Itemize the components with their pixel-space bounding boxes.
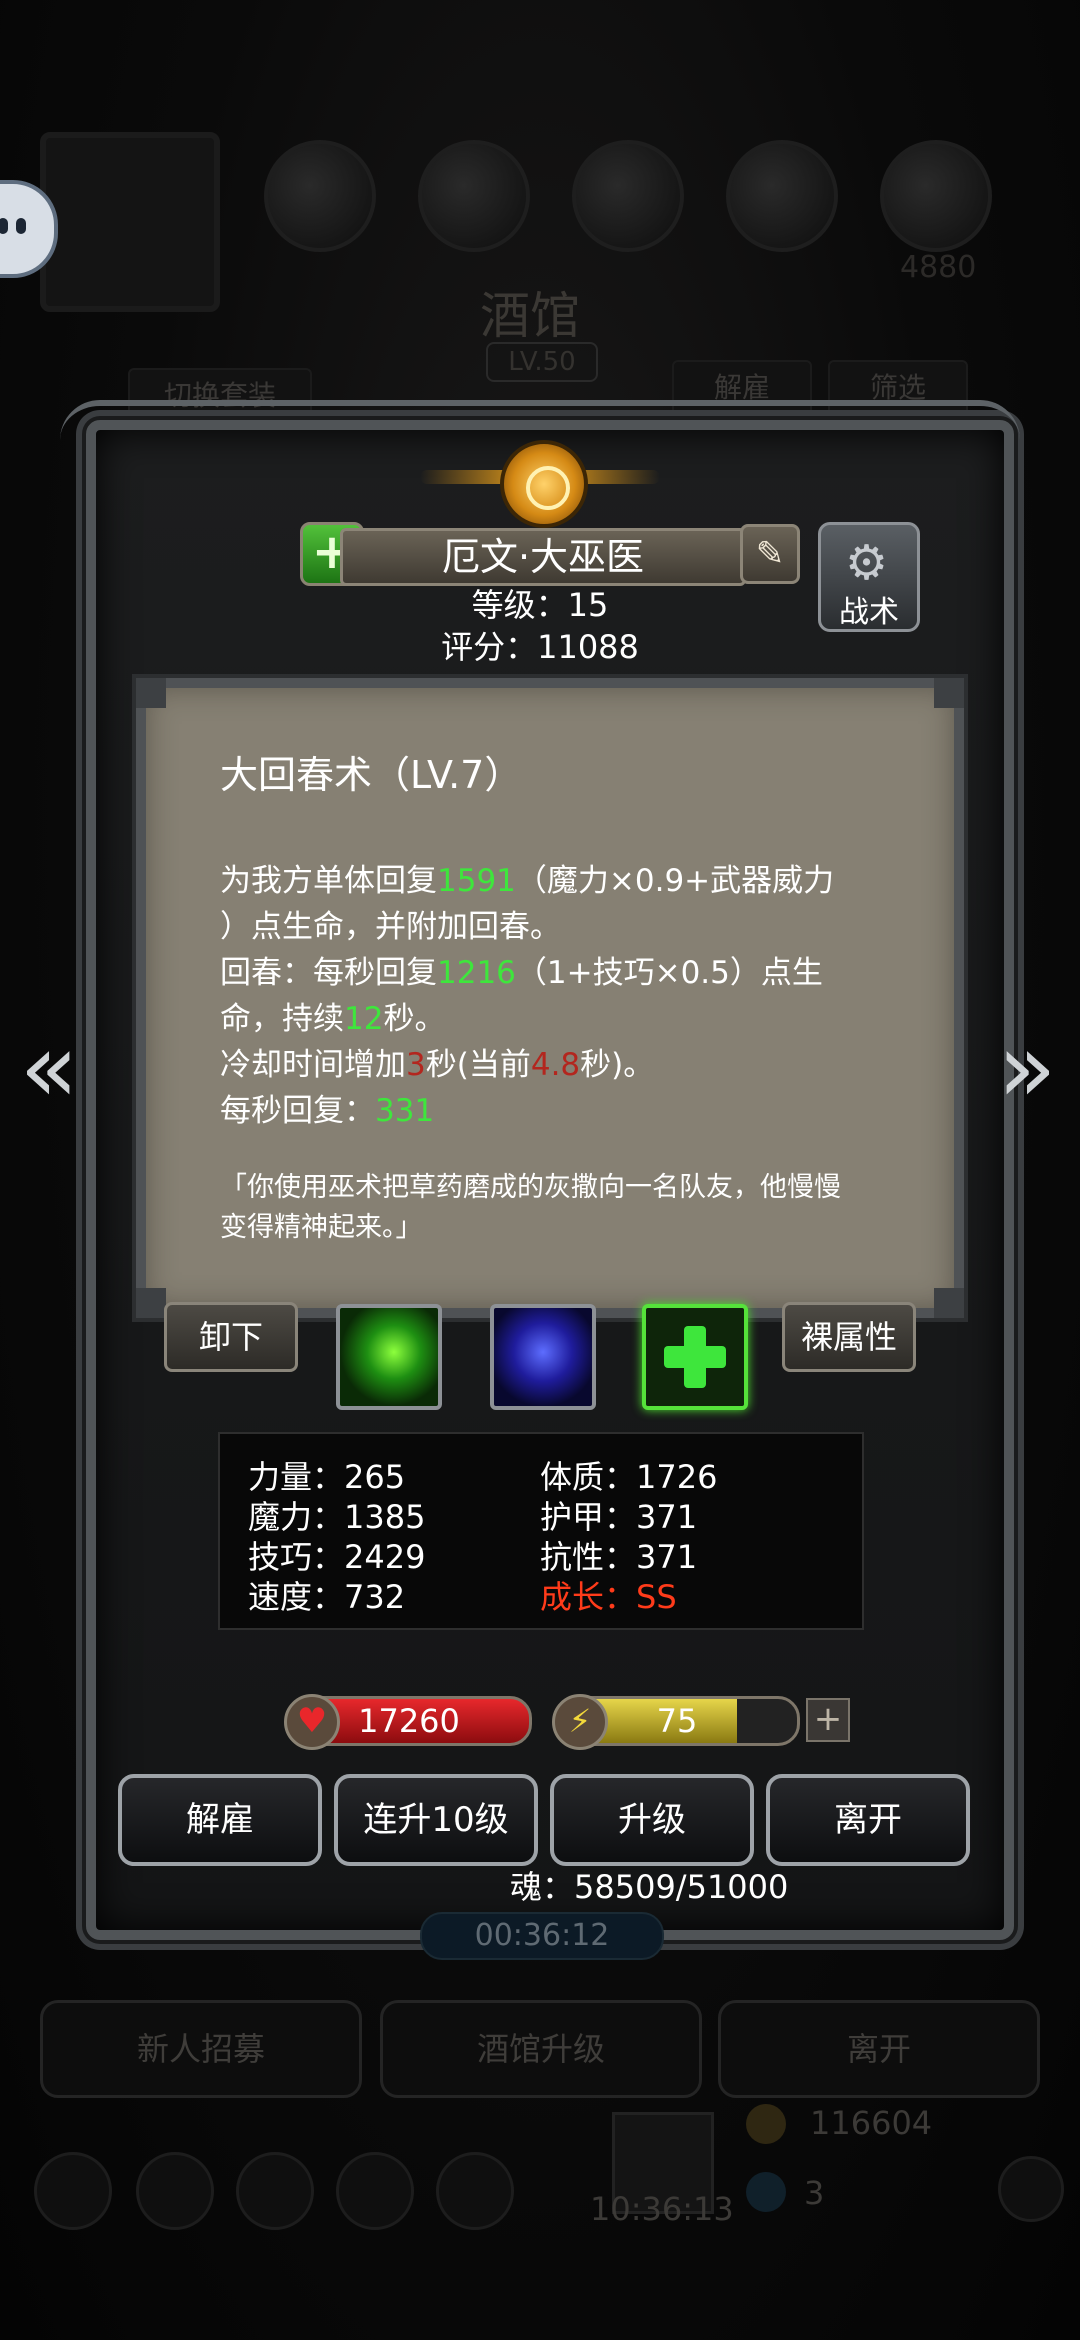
- skill-tooltip: 大回春术（LV.7） 为我方单体回复1591（魔力×0.9+武器威力 ）点生命，…: [136, 678, 964, 1318]
- soul-counter: 魂：58509/51000: [510, 1868, 789, 1906]
- skill-line: 冷却时间增加3秒(当前4.8秒)。: [220, 1047, 655, 1083]
- background-top-count: 4880: [900, 250, 977, 285]
- tactics-label: 战术: [839, 595, 899, 630]
- attr-speed: 速度：732: [248, 1578, 406, 1616]
- tooltip-corner: [136, 1288, 166, 1318]
- gem-icon: [746, 2172, 786, 2212]
- level-up-button[interactable]: 升级: [550, 1774, 754, 1866]
- background-slot-icon: [572, 140, 684, 252]
- unequip-button[interactable]: 卸下: [164, 1302, 298, 1372]
- add-button-icon[interactable]: [998, 2156, 1064, 2222]
- background-slot-icon: [418, 140, 530, 252]
- add-energy-button[interactable]: +: [806, 1698, 850, 1742]
- skill-slot-green-claw-icon[interactable]: [336, 1304, 442, 1410]
- clock-text: 10:36:13: [590, 2190, 734, 2228]
- skill-line: 每秒回复：331: [220, 1093, 435, 1129]
- skill-line: ）点生命，并附加回春。: [220, 909, 561, 945]
- tavern-title: 酒馆: [480, 287, 580, 345]
- skill-description: 为我方单体回复1591（魔力×0.9+武器威力 ）点生命，并附加回春。 回春：每…: [220, 858, 880, 1134]
- next-hero-arrow-icon[interactable]: »: [992, 1018, 1062, 1118]
- skill-line: 为我方单体回复1591（魔力×0.9+武器威力: [220, 863, 835, 899]
- skill-line: 命，持续12秒。: [220, 1001, 446, 1037]
- tooltip-corner: [934, 1288, 964, 1318]
- bubble-eye: [16, 218, 26, 234]
- skill-line: 回春：每秒回复1216（1+技巧×0.5）点生: [220, 955, 823, 991]
- gold-count: 116604: [810, 2104, 933, 2142]
- heart-icon: ♥: [284, 1694, 340, 1750]
- background-slot-icon: [880, 140, 992, 252]
- tavern-level: LV.50: [486, 342, 598, 382]
- skill-slot-heal-cross-icon[interactable]: [642, 1304, 748, 1410]
- leave-button[interactable]: 离开: [766, 1774, 970, 1866]
- menu-icon[interactable]: [436, 2152, 514, 2230]
- tactics-button[interactable]: ⚙ 战术: [818, 522, 920, 632]
- gear-icon: ⚙: [845, 535, 889, 591]
- tooltip-corner: [934, 678, 964, 708]
- previous-hero-arrow-icon[interactable]: «: [14, 1018, 84, 1118]
- skill-flavor-text: 「你使用巫术把草药磨成的灰撒向一名队友，他慢慢 变得精神起来。」: [220, 1172, 841, 1243]
- hero-name: 厄文·大巫医: [340, 528, 746, 586]
- menu-icon[interactable]: [236, 2152, 314, 2230]
- recruit-timer: 00:36:12: [420, 1912, 664, 1960]
- skill-slot-shadow-icon[interactable]: [490, 1304, 596, 1410]
- menu-icon[interactable]: [136, 2152, 214, 2230]
- gem-count: 3: [804, 2174, 825, 2212]
- gold-coin-icon: [746, 2104, 786, 2144]
- recruit-button[interactable]: 新人招募: [40, 2000, 362, 2098]
- background-slot-icon: [726, 140, 838, 252]
- bare-stats-button[interactable]: 裸属性: [782, 1302, 916, 1372]
- edit-name-icon[interactable]: ✎: [740, 524, 800, 584]
- hero-level: 等级：15: [471, 586, 609, 624]
- medallion-emblem-icon: [500, 440, 588, 528]
- dismiss-button[interactable]: 解雇: [118, 1774, 322, 1866]
- skill-title: 大回春术（LV.7）: [220, 753, 523, 797]
- upgrade-tavern-button[interactable]: 酒馆升级: [380, 2000, 702, 2098]
- attr-growth: 成长：SS: [540, 1578, 677, 1616]
- dialog-ornament: [60, 400, 1020, 446]
- tavern-leave-button[interactable]: 离开: [718, 2000, 1040, 2098]
- tooltip-corner: [136, 678, 166, 708]
- level-up-10-button[interactable]: 连升10级: [334, 1774, 538, 1866]
- menu-icon[interactable]: [336, 2152, 414, 2230]
- bubble-eye: [0, 218, 8, 234]
- lightning-icon: ⚡: [552, 1694, 608, 1750]
- background-portrait: [40, 132, 220, 312]
- background-slot-icon: [264, 140, 376, 252]
- hero-score: 评分：11088: [441, 628, 639, 666]
- menu-icon[interactable]: [34, 2152, 112, 2230]
